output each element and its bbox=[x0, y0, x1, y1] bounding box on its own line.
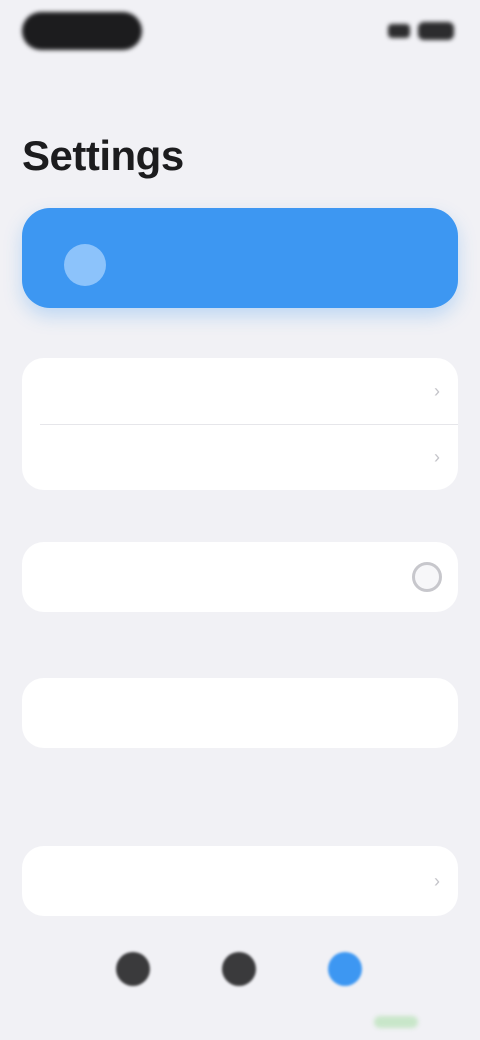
tab-profile[interactable] bbox=[204, 952, 274, 1022]
settings-row[interactable]: › bbox=[22, 424, 458, 490]
hero-card[interactable] bbox=[22, 208, 458, 308]
tab-settings[interactable] bbox=[310, 952, 380, 1022]
settings-icon bbox=[328, 952, 362, 986]
signal-icon bbox=[388, 24, 410, 38]
settings-group-2 bbox=[22, 542, 458, 612]
settings-group-1: › › bbox=[22, 358, 458, 490]
settings-row[interactable] bbox=[22, 680, 458, 746]
chevron-right-icon: › bbox=[434, 380, 440, 401]
profile-icon bbox=[222, 952, 256, 986]
settings-row[interactable] bbox=[22, 544, 458, 610]
tab-bar bbox=[0, 920, 480, 1040]
chevron-right-icon: › bbox=[434, 870, 440, 891]
home-icon bbox=[116, 952, 150, 986]
settings-row[interactable]: › bbox=[22, 358, 458, 424]
toggle-switch[interactable] bbox=[412, 562, 442, 592]
status-bar bbox=[0, 0, 480, 64]
page-title: Settings bbox=[22, 132, 184, 179]
chevron-right-icon: › bbox=[434, 446, 440, 467]
settings-group-3 bbox=[22, 678, 458, 748]
circle-icon bbox=[64, 244, 106, 286]
settings-row[interactable]: › bbox=[22, 848, 458, 914]
status-time bbox=[22, 12, 142, 50]
tab-home[interactable] bbox=[98, 952, 168, 1022]
home-indicator bbox=[374, 1016, 418, 1028]
battery-icon bbox=[418, 22, 454, 40]
status-icons bbox=[388, 22, 454, 40]
settings-group-4: › bbox=[22, 846, 458, 916]
